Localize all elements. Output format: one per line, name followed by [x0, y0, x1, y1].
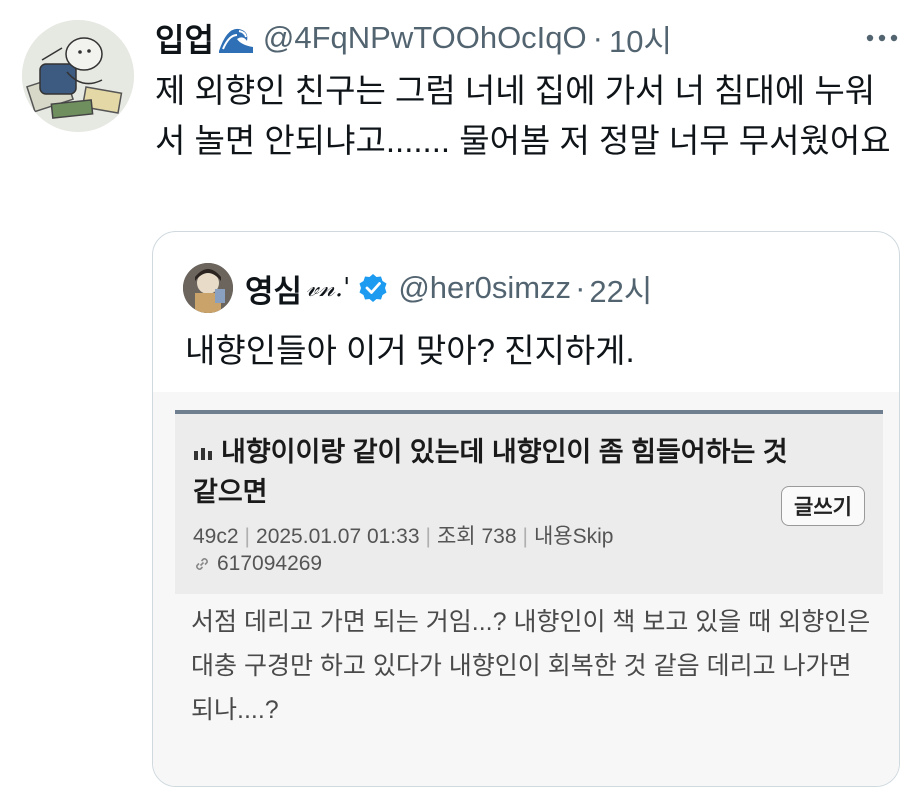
post-id: 617094269	[217, 552, 323, 575]
image-attachment-icon	[194, 447, 212, 460]
quote-name-decoration: 𝓋𝓃.'	[306, 272, 351, 303]
write-post-button[interactable]: 글쓰기	[781, 486, 865, 526]
quote-avatar-illustration	[183, 263, 233, 313]
separator-dot: ·	[592, 20, 603, 55]
post-views: 조회 738	[436, 525, 517, 548]
timestamp[interactable]: 10시	[609, 16, 672, 61]
wave-emoji-icon	[218, 28, 253, 53]
quote-header: 영심 𝓋𝓃.' @her0simzz · 22시	[183, 260, 652, 316]
quote-avatar[interactable]	[183, 263, 233, 313]
quote-media-screenshot[interactable]: 내향이이랑 같이 있는데 내향인이 좀 힘들어하는 것 같으면 글쓰기 49c2…	[153, 392, 899, 786]
post-date: 2025.01.07 01:33	[256, 525, 420, 548]
post-body-text: 서점 데리고 가면 되는 거임...? 내향인이 책 보고 있을 때 외향인은 …	[191, 608, 871, 724]
post-author: 49c2	[193, 525, 239, 548]
quote-display-name[interactable]: 영심	[245, 266, 302, 311]
post-title-text: 내향이이랑 같이 있는데 내향인이 좀 힘들어하는 것 같으면	[193, 437, 788, 507]
link-icon	[196, 558, 208, 570]
tweet-text: 제 외향인 친구는 그럼 너네 집에 가서 너 침대에 누워서 놀면 안되냐고.…	[155, 72, 891, 159]
verified-badge-icon	[359, 274, 387, 302]
post-id-row: 617094269	[193, 552, 322, 576]
quote-tweet[interactable]: 영심 𝓋𝓃.' @her0simzz · 22시 내향인들아 이거 맞아? 진지…	[152, 231, 900, 787]
post-meta: 49c2 | 2025.01.07 01:33 | 조회 738 | 내용Skip	[193, 525, 614, 548]
post-title: 내향이이랑 같이 있는데 내향인이 좀 힘들어하는 것 같으면	[193, 432, 793, 512]
tweet: 입업 @4FqNPwTOOhOcIqO · 10시 제 외향인 친구는 그럼 너…	[0, 0, 924, 803]
post-header-card: 내향이이랑 같이 있는데 내향인이 좀 힘들어하는 것 같으면 글쓰기 49c2…	[175, 410, 883, 594]
display-name[interactable]: 입업	[155, 15, 214, 61]
quote-handle[interactable]: @her0simzz	[398, 270, 571, 306]
post-skip-link: 내용Skip	[533, 525, 614, 548]
quote-separator-dot: ·	[575, 270, 586, 305]
more-horizontal-icon[interactable]	[862, 28, 902, 48]
tweet-header: 입업 @4FqNPwTOOhOcIqO · 10시	[155, 16, 672, 60]
avatar[interactable]	[22, 20, 134, 132]
quote-text: 내향인들아 이거 맞아? 진지하게.	[185, 332, 635, 369]
handle[interactable]: @4FqNPwTOOhOcIqO	[263, 20, 587, 56]
avatar-illustration	[22, 20, 134, 132]
quote-timestamp[interactable]: 22시	[589, 266, 652, 311]
